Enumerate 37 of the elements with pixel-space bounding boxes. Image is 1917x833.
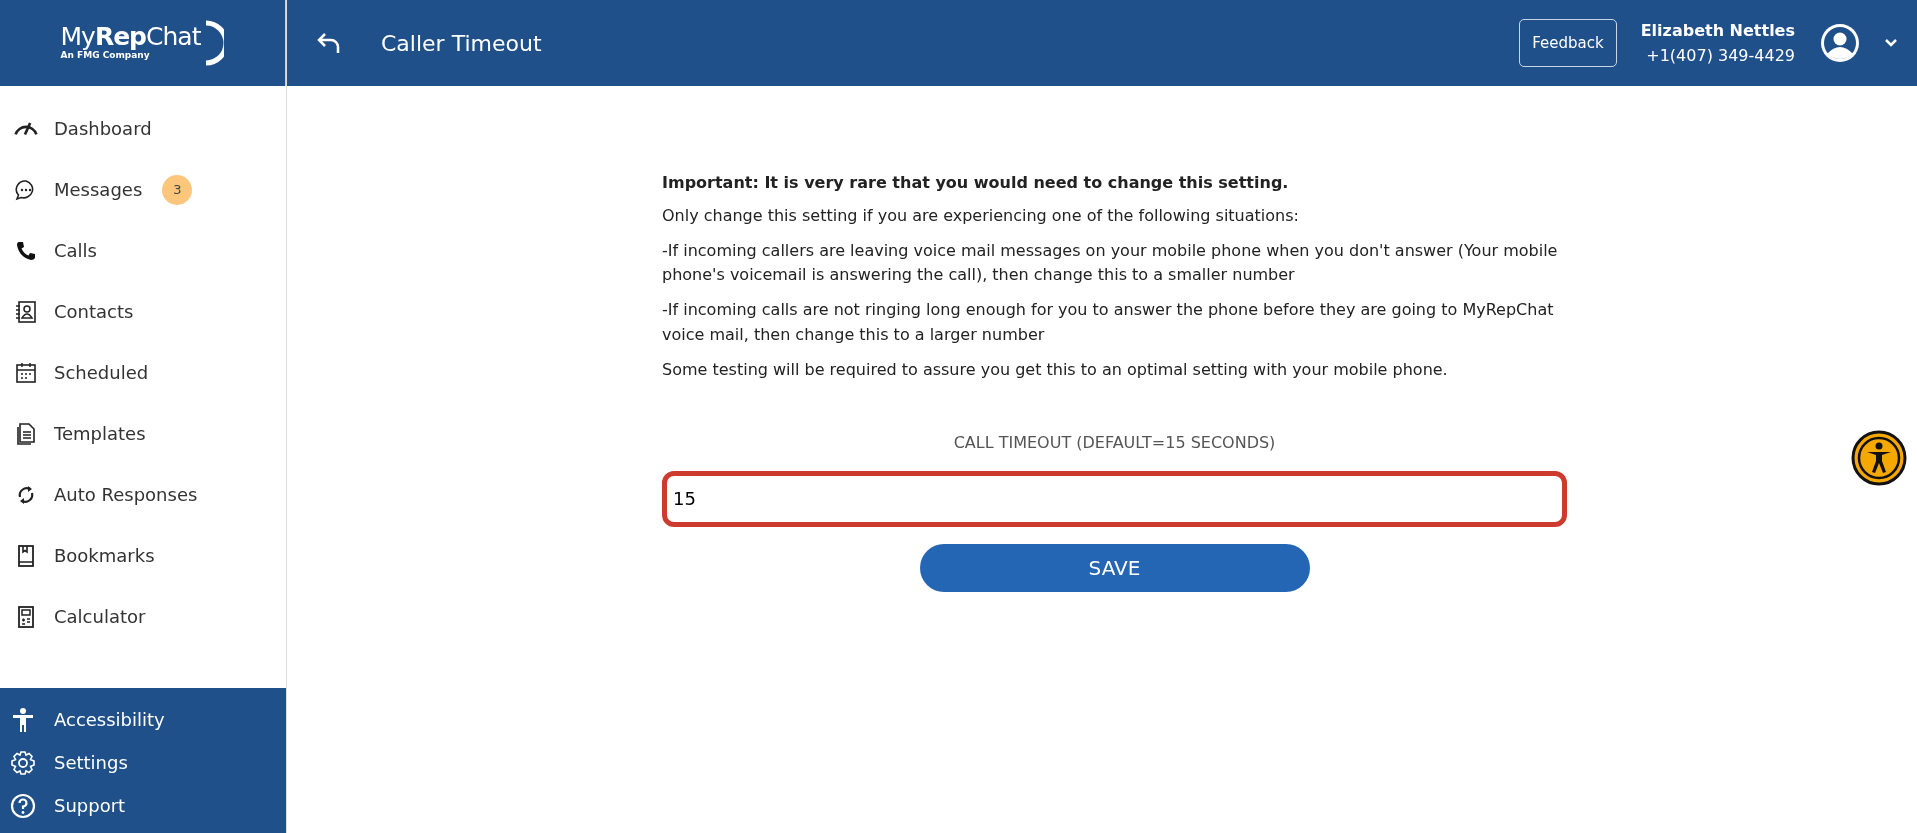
user-phone: +1(407) 349-4429 (1645, 44, 1795, 67)
instruction-text: -If incoming calls are not ringing long enough for you to answer the phone before they are going to MyRepChat voice mail, then change this to a larger number (662, 299, 1555, 346)
sidebar-item[interactable]: Calls (0, 220, 111, 281)
field-label: CALL TIMEOUT (DEFAULT=15 SECONDS) (952, 431, 1277, 454)
sidebar-item[interactable]: Scheduled (0, 342, 163, 403)
accessibility-icon[interactable] (1851, 430, 1907, 486)
calendar-icon (14, 360, 38, 385)
logo: MyRepChat An FMG Company (60, 19, 225, 67)
sidebar-item[interactable]: Calculator (0, 586, 160, 647)
settings-icon (10, 749, 36, 776)
instruction-text: Some testing will be required to assure you get this to an optimal setting with your mobile phone. (662, 358, 1449, 381)
save-button[interactable]: SAVE (919, 543, 1310, 592)
back-icon[interactable] (317, 32, 341, 54)
sidebar-item[interactable]: Dashboard (0, 98, 166, 159)
feedback-button[interactable]: Feedback (1519, 18, 1617, 68)
help-icon (10, 792, 36, 819)
sidebar-item[interactable]: Contacts (0, 281, 148, 342)
chevron-down-icon[interactable] (1885, 39, 1897, 47)
timeout-input-field[interactable]: 15 (662, 470, 1567, 527)
sidebar-item[interactable]: Auto Responses (0, 464, 212, 525)
avatar-icon[interactable] (1819, 22, 1861, 64)
accessibility-icon (10, 706, 36, 733)
instruction-text: Only change this setting if you are experiencing one of the following situations: (662, 204, 1300, 227)
instruction-text: -If incoming callers are leaving voice mail messages on your mobile phone when you don't answer (Your mobile phone's voicemail is answering the call), then change this to a smaller number (662, 239, 1559, 287)
sidebar-item[interactable]: Accessibility (10, 698, 276, 741)
contact-book-icon (14, 299, 38, 324)
sidebar-item[interactable]: Templates (0, 403, 160, 464)
unread-count: 3 (162, 174, 193, 205)
sidebar-item[interactable]: Bookmarks (0, 525, 169, 586)
page-title: Caller Timeout (381, 29, 542, 58)
sidebar-item[interactable]: Messages (0, 159, 157, 220)
notice-heading: Important: It is very rare that you would need to change this setting. (662, 172, 1290, 194)
sidebar-item[interactable]: Settings (10, 741, 276, 784)
gauge-icon (14, 121, 38, 136)
user-name: Elizabeth Nettles (1640, 20, 1795, 43)
document-icon (14, 421, 38, 446)
sidebar-item[interactable]: Support (10, 784, 276, 827)
